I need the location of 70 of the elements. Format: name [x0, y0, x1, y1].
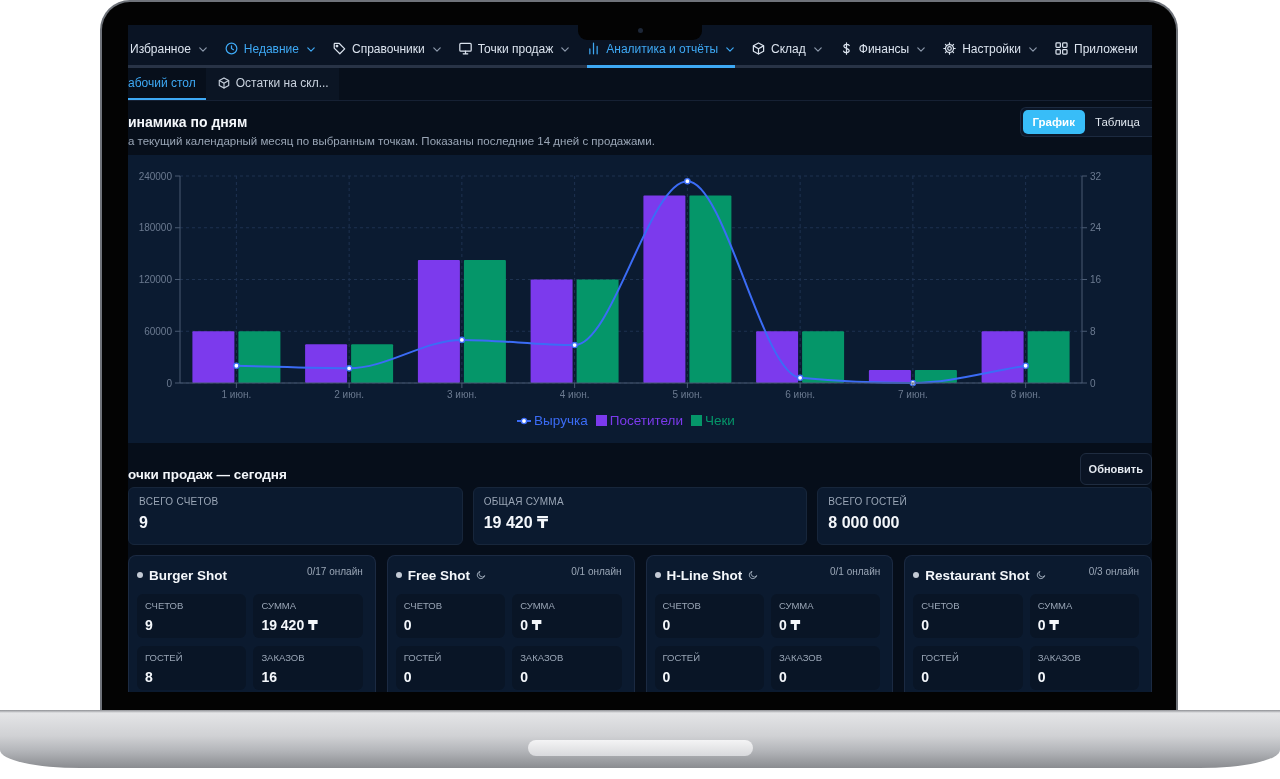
- axis-label: 7 июн.: [898, 389, 928, 400]
- metric-label: СЧЕТОВ: [662, 600, 702, 612]
- metric-value: 16: [261, 668, 278, 686]
- metric-value: 0: [403, 616, 413, 634]
- axis-label: 240000: [138, 170, 172, 182]
- metric-value: 0: [921, 668, 931, 686]
- metric-value: 0 ₸: [1037, 616, 1061, 634]
- section-title: инамика по дням: [128, 113, 249, 131]
- metric-value: 0: [1037, 668, 1047, 686]
- online-count: 0/1 онлайн: [571, 566, 622, 577]
- online-count: 0/17 онлайн: [306, 566, 363, 577]
- stat-value: 8 000 000: [828, 513, 901, 533]
- metric-label: СУММА: [778, 600, 815, 612]
- metric-label: СЧЕТОВ: [403, 600, 444, 612]
- metric-value: 0 ₸: [520, 616, 543, 634]
- axis-label: 8 июн.: [1010, 389, 1041, 400]
- point-name: Restaurant Shot: [925, 567, 1030, 583]
- axis-label: 1 июн.: [221, 389, 252, 400]
- stat-label: ВСЕГО ГОСТЕЙ: [828, 496, 909, 508]
- axis-label: 6 июн.: [785, 389, 815, 400]
- metric-value: 9: [145, 616, 154, 634]
- section-subtitle: а текущий календарный месяц по выбранным точкам. Показаны последние 14 дней с продажами.: [128, 134, 655, 148]
- metric-label: ГОСТЕЙ: [145, 652, 184, 664]
- axis-label: 16: [1090, 274, 1102, 285]
- metric-value: 0: [662, 668, 672, 686]
- metric-label: ГОСТЕЙ: [921, 652, 960, 664]
- online-count: 0/1 онлайн: [829, 566, 881, 577]
- metric-label: ЗАКАЗОВ: [778, 652, 824, 664]
- metric-value: 0 ₸: [778, 616, 802, 634]
- metric-value: 8: [145, 668, 154, 686]
- online-count: 0/3 онлайн: [1088, 566, 1139, 577]
- metric-value: 0: [520, 668, 529, 686]
- axis-label: 5 июн.: [672, 389, 703, 400]
- legend-label: Посетители: [609, 413, 683, 428]
- metric-label: СЧЕТОВ: [145, 600, 185, 612]
- legend-label: Выручка: [534, 413, 588, 428]
- metric-label: ЗАКАЗОВ: [1037, 652, 1082, 664]
- metric-value: 0: [921, 616, 931, 634]
- metric-value: 0: [778, 668, 788, 686]
- metric-label: СУММА: [261, 600, 298, 612]
- point-name: H-Line Shot: [666, 567, 743, 583]
- axis-label: 120000: [138, 274, 172, 285]
- axis-label: 8: [1090, 325, 1096, 337]
- axis-label: 32: [1090, 170, 1102, 182]
- point-name: Free Shot: [407, 567, 470, 583]
- stat-value: 9: [139, 513, 149, 533]
- axis-label: 180000: [138, 222, 172, 234]
- stat-value: 19 420 ₸: [483, 513, 550, 533]
- metric-value: 0: [403, 668, 413, 686]
- axis-label: 4 июн.: [559, 389, 590, 400]
- metric-label: СУММА: [1037, 600, 1074, 612]
- stat-label: ВСЕГО СЧЕТОВ: [139, 496, 220, 508]
- metric-value: 0: [662, 616, 672, 634]
- legend-label: Чеки: [704, 413, 735, 428]
- metric-label: ГОСТЕЙ: [403, 652, 443, 664]
- axis-label: 0: [1090, 377, 1096, 389]
- axis-label: 60000: [144, 325, 172, 337]
- axis-label: 3 июн.: [447, 389, 477, 400]
- metric-label: ЗАКАЗОВ: [261, 652, 306, 664]
- axis-label: 0: [166, 377, 172, 389]
- section-title: очки продаж — сегодня: [128, 466, 287, 484]
- point-name: Burger Shot: [149, 567, 227, 583]
- axis-label: 2 июн.: [334, 389, 364, 400]
- metric-label: СУММА: [520, 600, 556, 612]
- metric-label: СЧЕТОВ: [921, 600, 961, 612]
- metric-label: ЗАКАЗОВ: [520, 652, 565, 664]
- metric-value: 19 420 ₸: [261, 616, 319, 634]
- axis-label: 24: [1090, 222, 1102, 234]
- metric-label: ГОСТЕЙ: [662, 652, 701, 664]
- stat-label: ОБЩАЯ СУММА: [483, 496, 565, 508]
